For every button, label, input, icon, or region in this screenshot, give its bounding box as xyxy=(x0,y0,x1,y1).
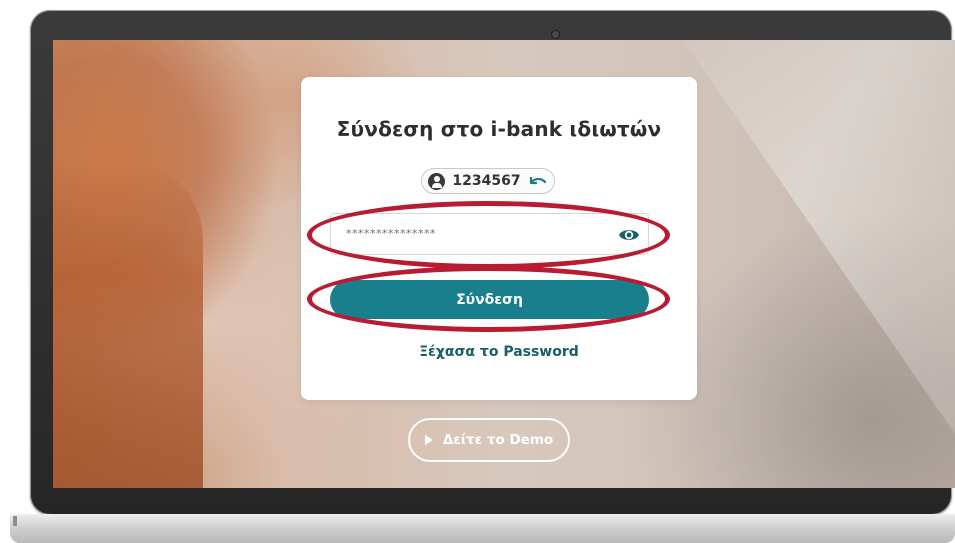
user-circle-icon xyxy=(428,172,446,190)
login-button[interactable]: Σύνδεση xyxy=(330,280,649,319)
forgot-password-link[interactable]: Ξέχασα το Password xyxy=(301,344,697,360)
undo-arrow-icon[interactable] xyxy=(528,174,548,188)
user-id-pill[interactable]: 1234567 xyxy=(421,168,555,194)
demo-button[interactable]: Δείτε το Demo xyxy=(408,418,570,462)
password-value: *************** xyxy=(346,227,436,240)
login-title: Σύνδεση στο i-bank ιδιωτών xyxy=(336,117,662,141)
demo-button-label: Δείτε το Demo xyxy=(442,432,554,448)
screen-glare xyxy=(683,40,955,460)
laptop-base xyxy=(10,514,955,543)
user-id-value: 1234567 xyxy=(452,173,521,189)
play-icon xyxy=(424,435,433,445)
laptop-base-notch xyxy=(13,516,17,526)
photo-hair xyxy=(53,160,203,488)
password-field[interactable]: *************** xyxy=(330,213,649,255)
camera-dot xyxy=(552,31,559,38)
eye-icon[interactable] xyxy=(618,225,640,245)
